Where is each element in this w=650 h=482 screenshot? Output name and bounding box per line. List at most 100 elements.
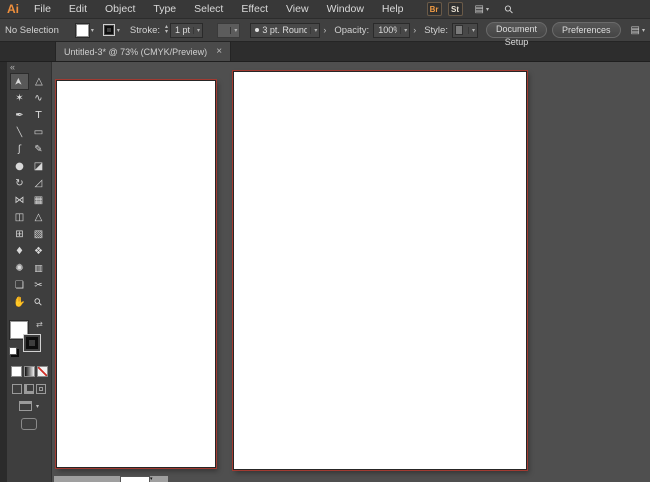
symbol-sprayer-tool-icon: ✺ [15,263,24,274]
menu-item-object[interactable]: Object [96,0,144,19]
swap-fill-stroke-icon[interactable]: ⇄ [36,320,43,329]
scale-tool-icon: ◿ [34,178,43,189]
style-label: Style: [424,24,448,36]
hand-tool[interactable]: ✋ [10,294,29,311]
rotate-tool[interactable]: ↻ [10,175,29,192]
lasso-tool-icon: ∿ [34,93,43,104]
paintbrush-tool[interactable]: ʃ [10,141,29,158]
zoom-tool[interactable]: ⚲ [29,294,48,311]
opacity-dropdown[interactable]: 100% ▾ [373,22,411,38]
symbol-sprayer-tool[interactable]: ✺ [10,260,29,277]
screen-mode-control[interactable]: ▾ [18,401,39,411]
close-icon[interactable]: × [216,46,222,57]
menu-item-file[interactable]: File [25,0,60,19]
width-tool[interactable]: ⋈ [10,192,29,209]
stroke-color-control[interactable]: ▾ [102,24,120,36]
toolbar-overflow-button[interactable] [21,418,37,430]
artboard-2[interactable] [232,70,528,471]
gradient-tool[interactable]: ▧ [29,226,48,243]
pencil-tool[interactable]: ✎ [29,141,48,158]
menu-item-effect[interactable]: Effect [232,0,277,19]
menu-item-type[interactable]: Type [144,0,185,19]
pen-tool[interactable]: ✒ [10,107,29,124]
artboard-tool[interactable]: ❏ [10,277,29,294]
opacity-flyout-icon[interactable]: › [413,25,416,35]
blob-brush-tool[interactable]: ● [10,158,29,175]
eyedropper-tool[interactable]: ♦ [10,243,29,260]
free-transform-tool[interactable]: ▦ [29,192,48,209]
none-button[interactable] [36,366,48,377]
pencil-tool-icon: ✎ [34,144,43,155]
column-graph-tool[interactable]: ▥ [29,260,48,277]
stroke-weight-dropdown[interactable]: 1 pt ▾ [170,22,204,38]
document-tab[interactable]: Untitled-3* @ 73% (CMYK/Preview) × [55,41,232,61]
menu-item-edit[interactable]: Edit [60,0,96,19]
magic-wand-tool-icon: ✶ [15,93,24,104]
brush-definition-dropdown[interactable]: 3 pt. Round ▾ [250,22,321,38]
fill-color-control[interactable]: ▾ [75,23,94,37]
preferences-button[interactable]: Preferences [552,22,621,38]
blend-tool-icon: ❖ [34,246,43,257]
shape-builder-tool-icon: ◫ [14,212,25,223]
artboard-1[interactable] [55,79,217,469]
direct-selection-tool[interactable]: ▷ [29,73,48,90]
width-tool-icon: ⋈ [14,195,25,206]
slice-tool-icon: ✂ [34,280,43,291]
chevron-down-icon: ▾ [230,26,237,34]
workspace-switcher[interactable]: ▤ ▾ [475,4,489,15]
search-icon[interactable]: ⚲ [502,2,516,16]
control-panel-options[interactable]: ▤ ▾ [631,25,645,36]
shape-builder-tool[interactable]: ◫ [10,209,29,226]
blend-tool[interactable]: ❖ [29,243,48,260]
line-segment-tool[interactable]: ╲ [10,124,29,141]
width-profile-dropdown[interactable]: ▾ [217,22,241,38]
draw-behind-button[interactable] [24,384,34,394]
chevron-down-icon: ▾ [310,26,317,34]
slice-tool[interactable]: ✂ [29,277,48,294]
document-setup-button[interactable]: Document Setup [485,22,547,47]
chevron-down-icon: ▾ [193,26,200,34]
selection-tool[interactable]: ➤ [10,73,29,90]
perspective-grid-tool[interactable]: △ [29,209,48,226]
workspace-switcher-icon: ▤ [474,3,484,15]
draw-normal-button[interactable] [12,384,22,394]
chevron-down-icon: ▾ [400,26,407,34]
eraser-tool-icon: ◪ [33,161,44,172]
draw-inside-button[interactable] [36,384,46,394]
stroke-color-swatch-icon [102,24,115,36]
stroke-swatch[interactable] [23,334,41,352]
color-type-buttons [10,366,48,377]
magic-wand-tool[interactable]: ✶ [10,90,29,107]
screen-mode-icon [18,401,32,411]
app-logo: Ai [7,2,19,16]
menu-item-select[interactable]: Select [185,0,232,19]
line-segment-tool-icon: ╲ [16,128,23,138]
type-tool[interactable]: T [29,107,48,124]
brush-flyout-icon[interactable]: › [323,25,326,35]
document-tab-bar: Untitled-3* @ 73% (CMYK/Preview) × [0,41,650,62]
chevron-down-icon: ▾ [35,403,39,410]
canvas[interactable]: ▾ [52,62,650,482]
main-area: « ➤ ▷ ✶ ∿ ✒ T ╲ ▭ ʃ ✎ ● ◪ ↻ ◿ ⋈ ▦ ◫ △ ⊞ ▧ ♦ ❖ ✺ ▥ ❏ ✂ ✋ ⚲ ⇄ ▾ [0,62,650,482]
opacity-value: 100% [378,25,397,35]
color-button[interactable] [10,366,22,377]
menu-item-help[interactable]: Help [373,0,413,19]
mesh-tool[interactable]: ⊞ [10,226,29,243]
bridge-button[interactable]: Br [426,2,442,16]
style-dropdown[interactable]: ▾ [451,22,478,38]
lasso-tool[interactable]: ∿ [29,90,48,107]
gradient-button[interactable] [23,366,35,377]
document-tab-title: Untitled-3* @ 73% (CMYK/Preview) [64,46,208,57]
stock-button[interactable]: St [447,2,463,16]
rectangle-tool[interactable]: ▭ [29,124,48,141]
zoom-level-input[interactable] [120,476,150,482]
default-fill-stroke-icon[interactable] [9,347,17,355]
menu-item-window[interactable]: Window [318,0,373,19]
eraser-tool[interactable]: ◪ [29,158,48,175]
stroke-weight-value: 1 pt [175,25,191,35]
scale-tool[interactable]: ◿ [29,175,48,192]
collapse-panel-icon[interactable]: « [10,63,15,72]
menu-item-view[interactable]: View [277,0,318,19]
stroke-weight-stepper[interactable]: ▴ ▾ [165,24,168,35]
gradient-tool-icon: ▧ [33,229,44,240]
